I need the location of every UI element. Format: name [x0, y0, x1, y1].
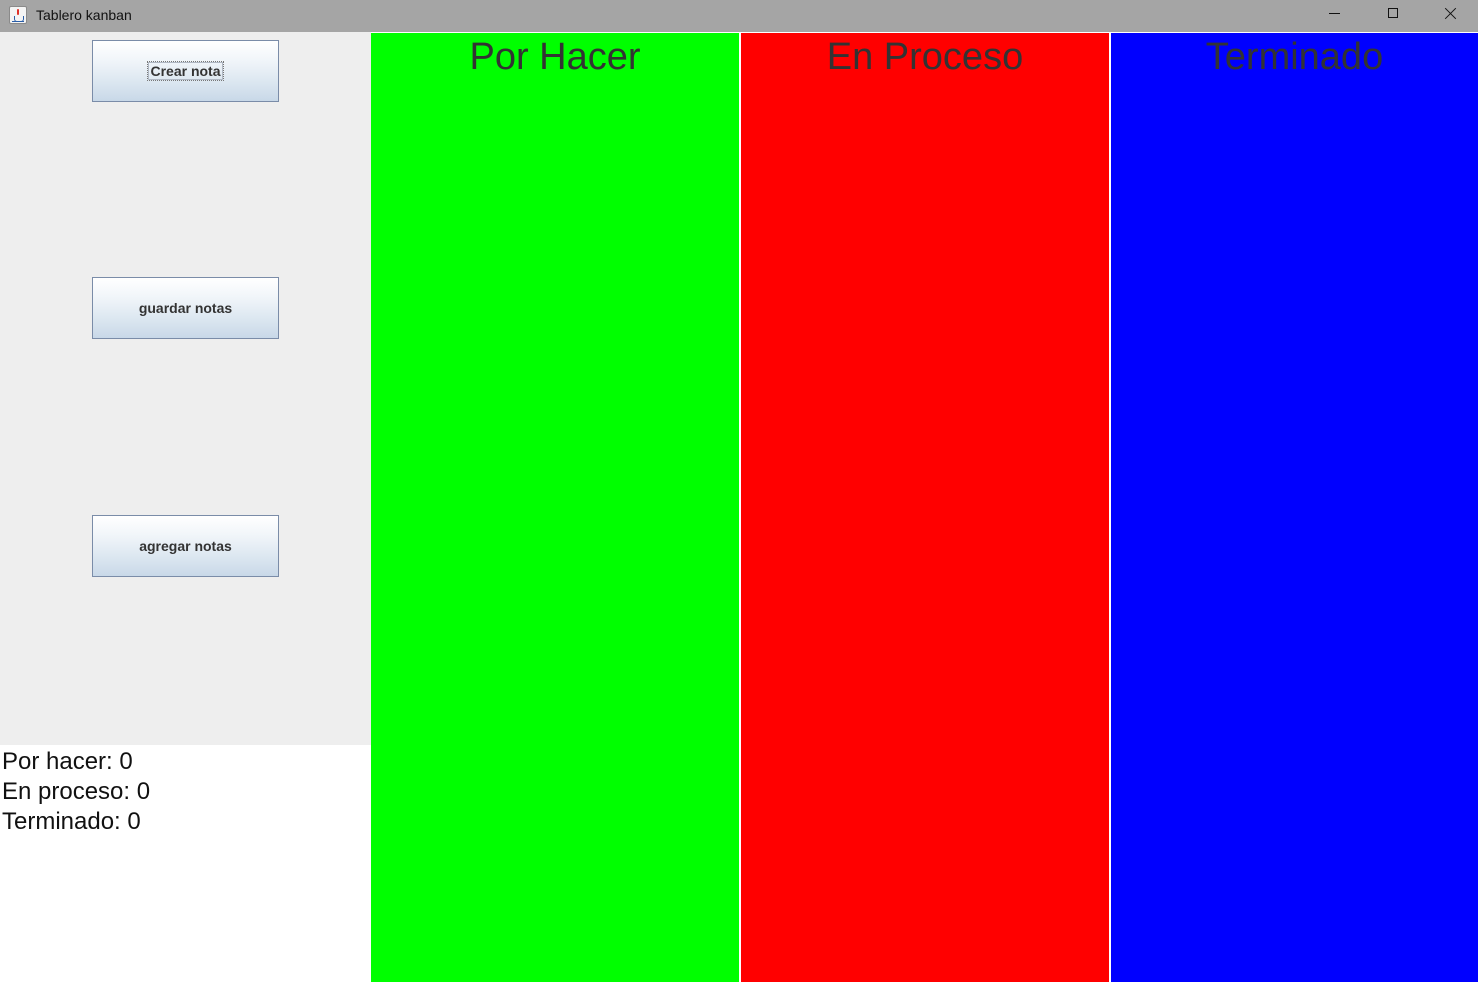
- java-app-icon: [9, 6, 27, 24]
- add-notes-button[interactable]: agregar notas: [92, 515, 279, 577]
- counters-panel: Por hacer: 0 En proceso: 0 Terminado: 0: [0, 745, 371, 982]
- kanban-board: Por Hacer En Proceso Terminado: [371, 32, 1478, 982]
- save-notes-button[interactable]: guardar notas: [92, 277, 279, 339]
- close-button[interactable]: [1421, 0, 1478, 32]
- column-title-en-proceso: En Proceso: [826, 36, 1024, 78]
- todo-count: Por hacer: 0: [2, 748, 133, 775]
- maximize-button[interactable]: [1363, 0, 1421, 32]
- controls-panel: Crear nota guardar notas agregar notas: [0, 32, 371, 745]
- column-en-proceso[interactable]: En Proceso: [741, 33, 1109, 982]
- column-por-hacer[interactable]: Por Hacer: [371, 33, 739, 982]
- title-bar[interactable]: Tablero kanban: [0, 0, 1478, 32]
- column-title-terminado: Terminado: [1205, 36, 1384, 78]
- column-title-por-hacer: Por Hacer: [469, 36, 641, 78]
- window-title: Tablero kanban: [36, 7, 132, 23]
- done-count: Terminado: 0: [2, 808, 141, 835]
- create-note-label: Crear nota: [147, 61, 224, 81]
- column-terminado[interactable]: Terminado: [1111, 33, 1478, 982]
- in-progress-count: En proceso: 0: [2, 778, 151, 805]
- kanban-window: Tablero kanban Crear nota guardar notas …: [0, 0, 1478, 982]
- minimize-button[interactable]: [1305, 0, 1363, 32]
- maximize-icon: [1388, 8, 1398, 18]
- create-note-button[interactable]: Crear nota: [92, 40, 279, 102]
- minimize-icon: [1329, 13, 1340, 14]
